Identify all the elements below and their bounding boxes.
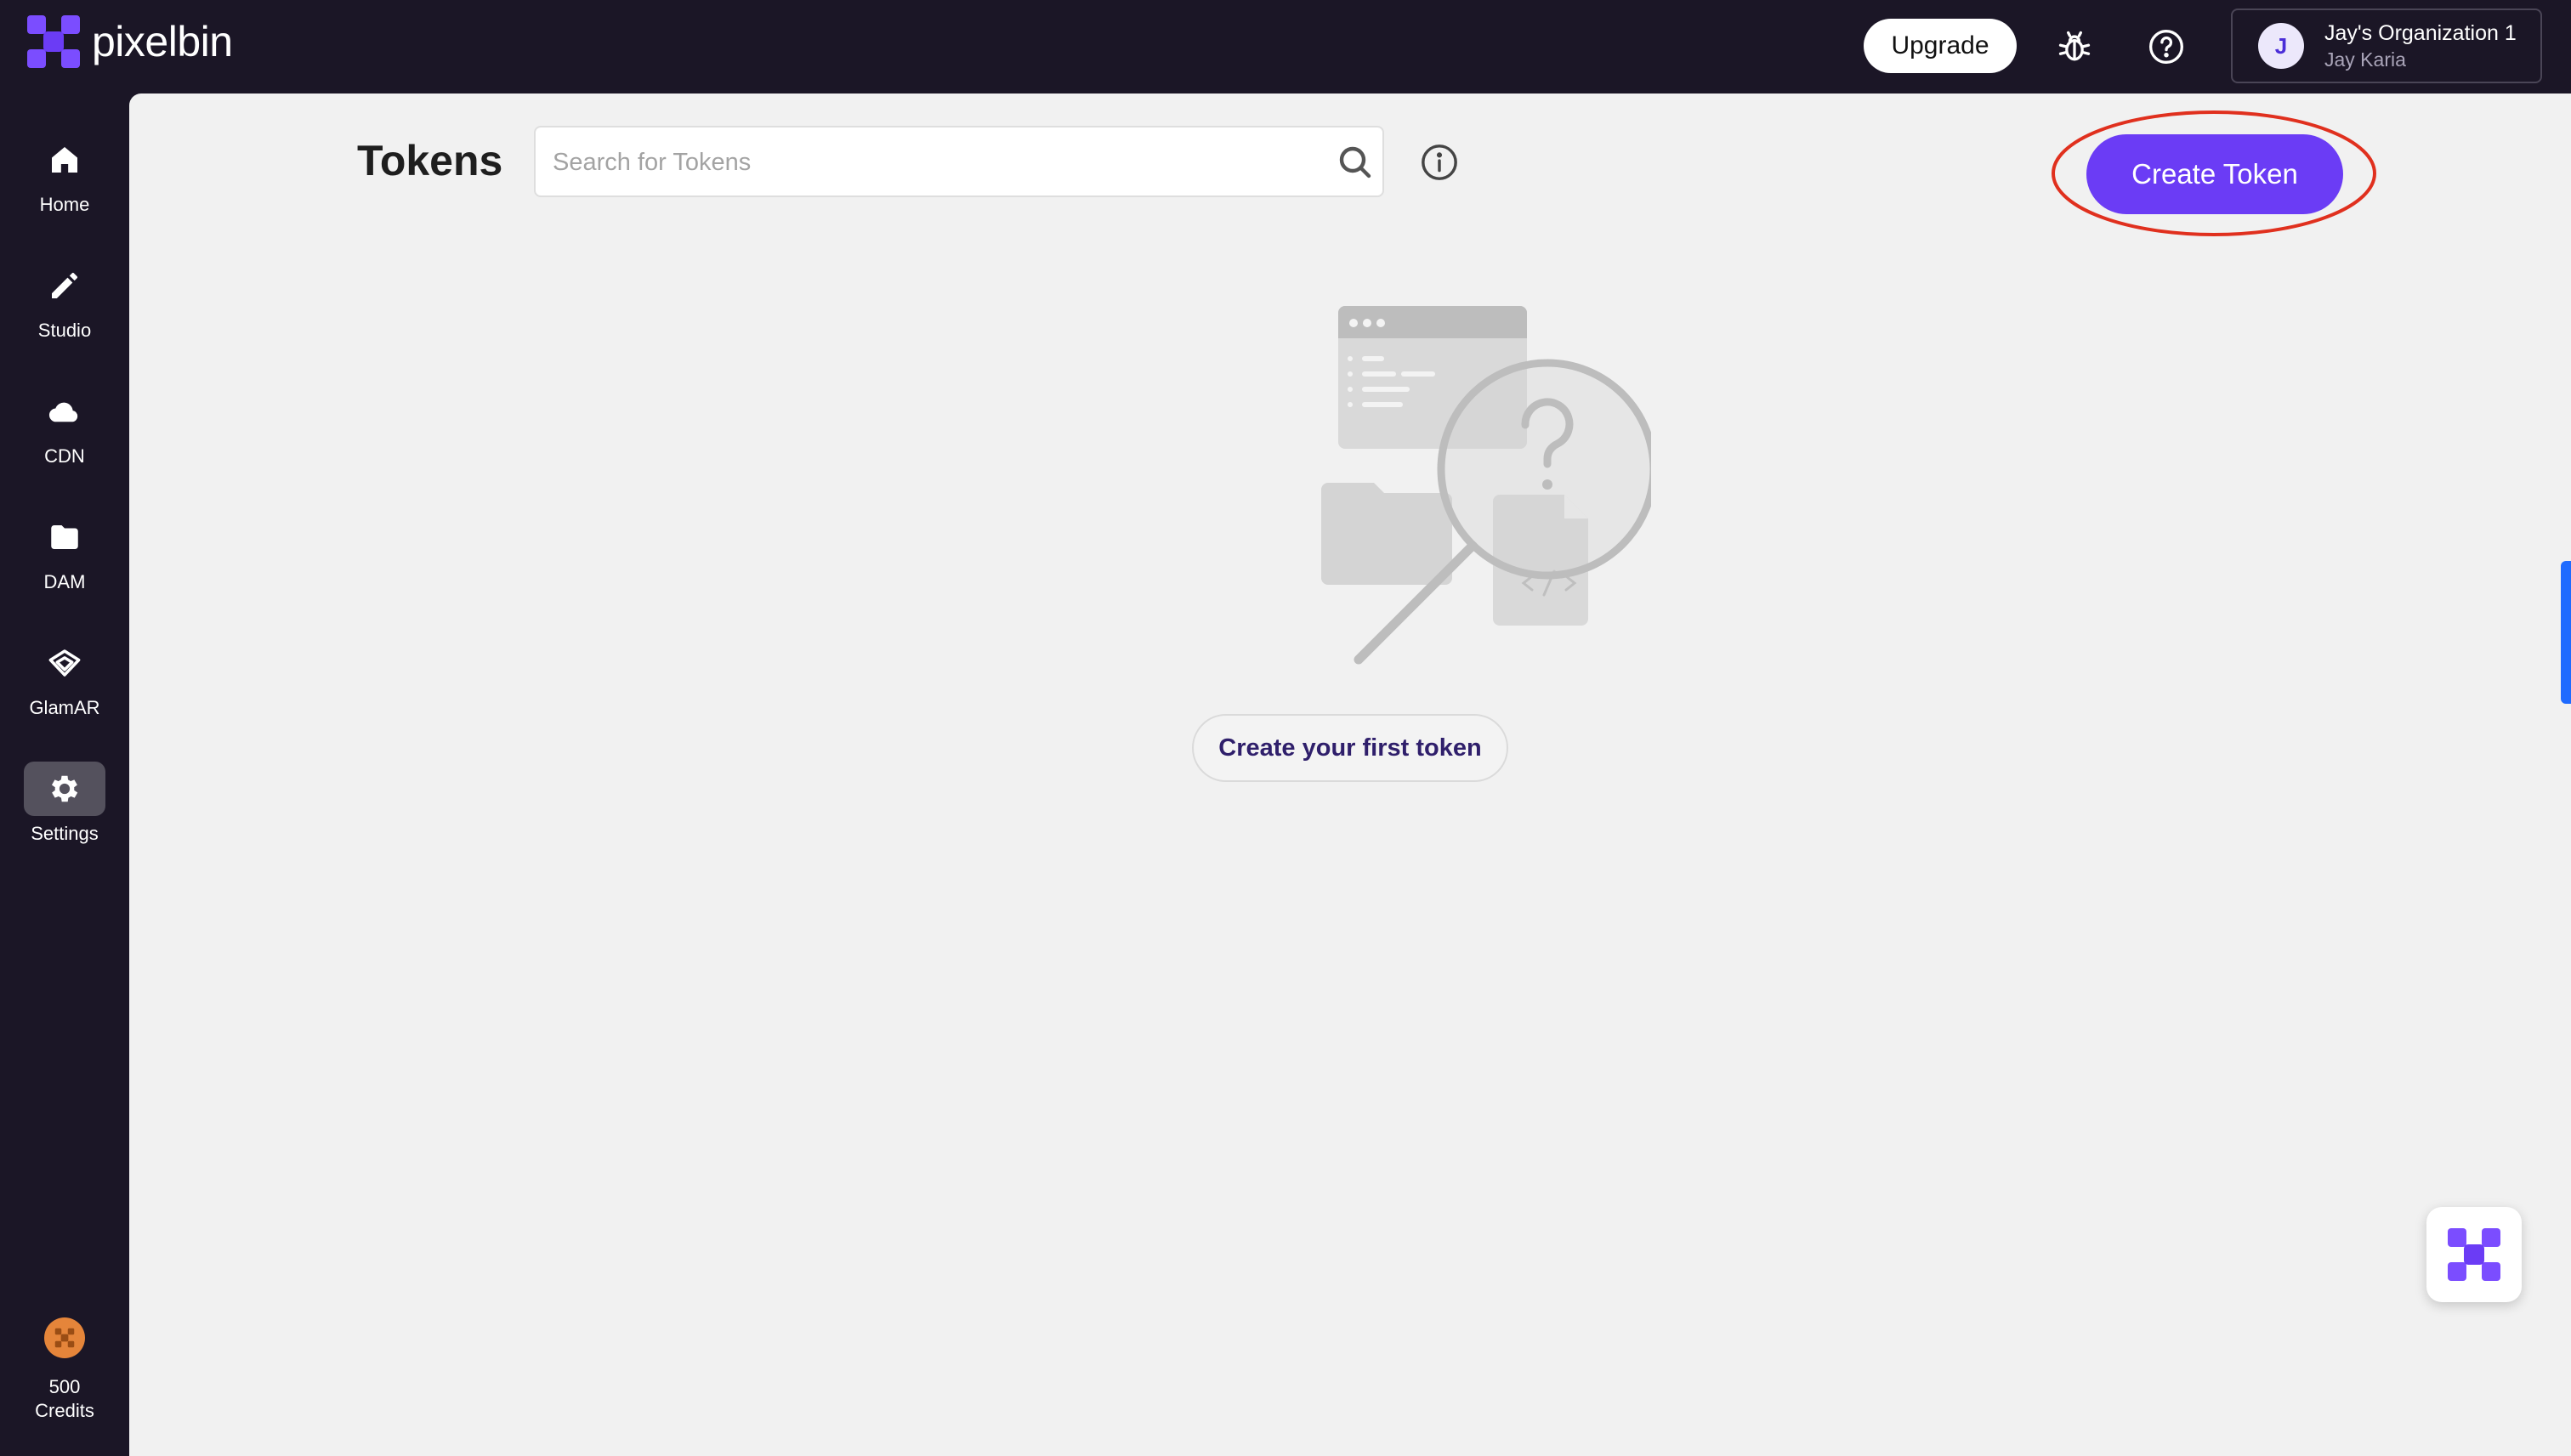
- help-icon: [2149, 30, 2183, 64]
- organization-switcher[interactable]: J Jay's Organization 1 Jay Karia: [2231, 8, 2542, 83]
- sidebar-item-cdn[interactable]: CDN: [0, 377, 129, 488]
- user-name: Jay Karia: [2324, 48, 2406, 71]
- page-title: Tokens: [357, 137, 503, 184]
- glamar-icon: [24, 636, 105, 690]
- credits-amount: 500: [48, 1376, 81, 1397]
- pixelbin-logo-icon: [2448, 1228, 2500, 1281]
- credits-indicator[interactable]: 500 Credits: [0, 1317, 129, 1423]
- bug-icon: [2058, 31, 2091, 61]
- empty-state-illustration: [1321, 306, 1651, 665]
- sidebar-item-label: CDN: [44, 445, 85, 467]
- sidebar-item-label: Studio: [37, 320, 92, 341]
- sidebar: Home Studio CDN DAM GlamAR Settings 500 …: [0, 93, 129, 1456]
- help-button[interactable]: [2142, 23, 2190, 71]
- upgrade-button[interactable]: Upgrade: [1864, 19, 2017, 73]
- search-bar: [534, 126, 1384, 197]
- pixelbin-assistant-button[interactable]: [2426, 1207, 2522, 1302]
- sidebar-item-label: GlamAR: [29, 697, 100, 718]
- pencil-icon: [24, 258, 105, 313]
- info-icon[interactable]: [1420, 143, 1459, 182]
- feedback-side-tab[interactable]: [2561, 561, 2571, 704]
- folder-icon: [24, 510, 105, 564]
- gear-icon: [24, 762, 105, 816]
- sidebar-item-label: Settings: [31, 823, 99, 844]
- sidebar-item-home[interactable]: Home: [0, 126, 129, 236]
- bug-report-button[interactable]: [2051, 23, 2098, 71]
- org-name: Jay's Organization 1: [2324, 21, 2517, 45]
- cloud-icon: [24, 384, 105, 439]
- sidebar-item-label: DAM: [43, 571, 86, 592]
- home-icon: [24, 133, 105, 187]
- org-info: Jay's Organization 1 Jay Karia: [2324, 20, 2517, 72]
- create-token-highlight: Create Token: [2051, 109, 2377, 238]
- sidebar-item-settings[interactable]: Settings: [0, 755, 129, 865]
- pixelbin-logo[interactable]: pixelbin: [27, 15, 233, 68]
- sidebar-item-studio[interactable]: Studio: [0, 252, 129, 362]
- app-name: pixelbin: [92, 18, 233, 65]
- avatar: J: [2258, 23, 2304, 69]
- sidebar-item-label: Home: [39, 194, 90, 215]
- credits-label: Credits: [35, 1400, 94, 1421]
- main-panel: Tokens Create Token: [129, 93, 2571, 1456]
- create-first-token-button[interactable]: Create your first token: [1192, 714, 1508, 782]
- pixelbin-logo-icon: [27, 15, 80, 68]
- search-input[interactable]: [551, 127, 1320, 197]
- sidebar-item-glamar[interactable]: GlamAR: [0, 629, 129, 739]
- credits-coin-icon: [44, 1317, 85, 1358]
- sidebar-item-dam[interactable]: DAM: [0, 503, 129, 614]
- search-icon[interactable]: [1335, 142, 1376, 183]
- top-bar: pixelbin Upgrade J Jay's Organization 1 …: [0, 0, 2571, 93]
- create-token-button[interactable]: Create Token: [2086, 134, 2343, 214]
